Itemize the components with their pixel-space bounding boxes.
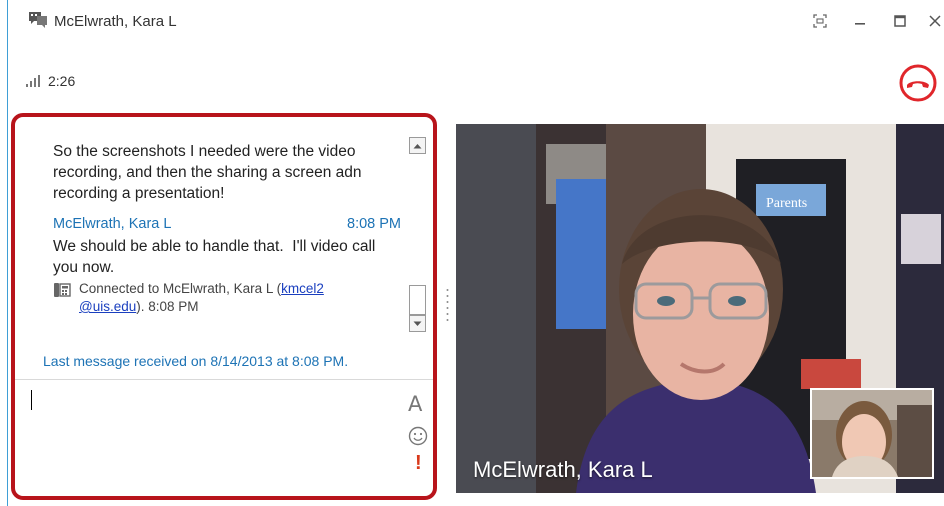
maximize-icon bbox=[894, 15, 906, 27]
window-title: McElwrath, Kara L bbox=[54, 13, 177, 30]
status-text: Connected to McElwrath, Kara L ( bbox=[79, 281, 282, 296]
text-cursor bbox=[31, 390, 32, 410]
participant-name: McElwrath, Kara L bbox=[473, 457, 653, 482]
scroll-up-button[interactable] bbox=[409, 137, 426, 154]
maximize-button[interactable] bbox=[888, 9, 912, 33]
scroll-down-button[interactable] bbox=[409, 315, 426, 332]
font-button[interactable]: A bbox=[408, 392, 422, 416]
conversation-panel: So the screenshots I needed were the vid… bbox=[11, 113, 437, 500]
connection-status: Connected to McElwrath, Kara L (kmcel2 @u… bbox=[53, 280, 403, 316]
self-view-image bbox=[812, 390, 932, 477]
phone-icon bbox=[54, 283, 71, 297]
message-text: So the screenshots I needed were the vid… bbox=[53, 143, 362, 202]
poster-text: Parents bbox=[766, 196, 807, 211]
conversation-icon bbox=[29, 12, 47, 28]
importance-button[interactable]: ! bbox=[415, 452, 422, 475]
last-message-notice: Last message received on 8/14/2013 at 8:… bbox=[43, 353, 349, 369]
message-scrollbar[interactable] bbox=[409, 137, 427, 337]
close-icon bbox=[929, 15, 941, 27]
message-history: So the screenshots I needed were the vid… bbox=[53, 141, 403, 316]
scroll-thumb[interactable] bbox=[409, 285, 426, 315]
email-link-continued[interactable]: @uis.edu bbox=[79, 299, 136, 314]
call-duration: 2:26 bbox=[48, 73, 76, 89]
minimize-button[interactable] bbox=[848, 9, 872, 33]
compose-area[interactable]: A ! bbox=[15, 380, 433, 496]
minimize-icon bbox=[855, 23, 865, 25]
message-header: McElwrath, Kara L 8:08 PM bbox=[53, 214, 403, 236]
fullscreen-button[interactable] bbox=[808, 9, 832, 33]
emoticon-icon[interactable] bbox=[408, 426, 428, 446]
title-bar: McElwrath, Kara L bbox=[0, 0, 944, 44]
video-feed: Parents McElwrath, Kara L bbox=[456, 124, 944, 493]
message-time: 8:08 PM bbox=[347, 216, 401, 232]
window-left-border bbox=[7, 0, 8, 506]
fullscreen-icon bbox=[813, 14, 827, 28]
scroll-up-icon bbox=[413, 143, 422, 148]
sender-name[interactable]: McElwrath, Kara L bbox=[53, 216, 171, 232]
signal-strength-icon bbox=[26, 75, 40, 87]
panel-resize-handle[interactable] bbox=[446, 288, 449, 324]
status-time: ). 8:08 PM bbox=[136, 299, 199, 314]
close-button[interactable] bbox=[926, 9, 944, 33]
self-view-video[interactable] bbox=[810, 388, 934, 479]
email-link[interactable]: kmcel2 bbox=[281, 281, 324, 296]
hang-up-button[interactable] bbox=[898, 63, 938, 103]
message-text: We should be able to handle that. I'll v… bbox=[53, 238, 380, 276]
scroll-down-icon bbox=[413, 321, 422, 326]
